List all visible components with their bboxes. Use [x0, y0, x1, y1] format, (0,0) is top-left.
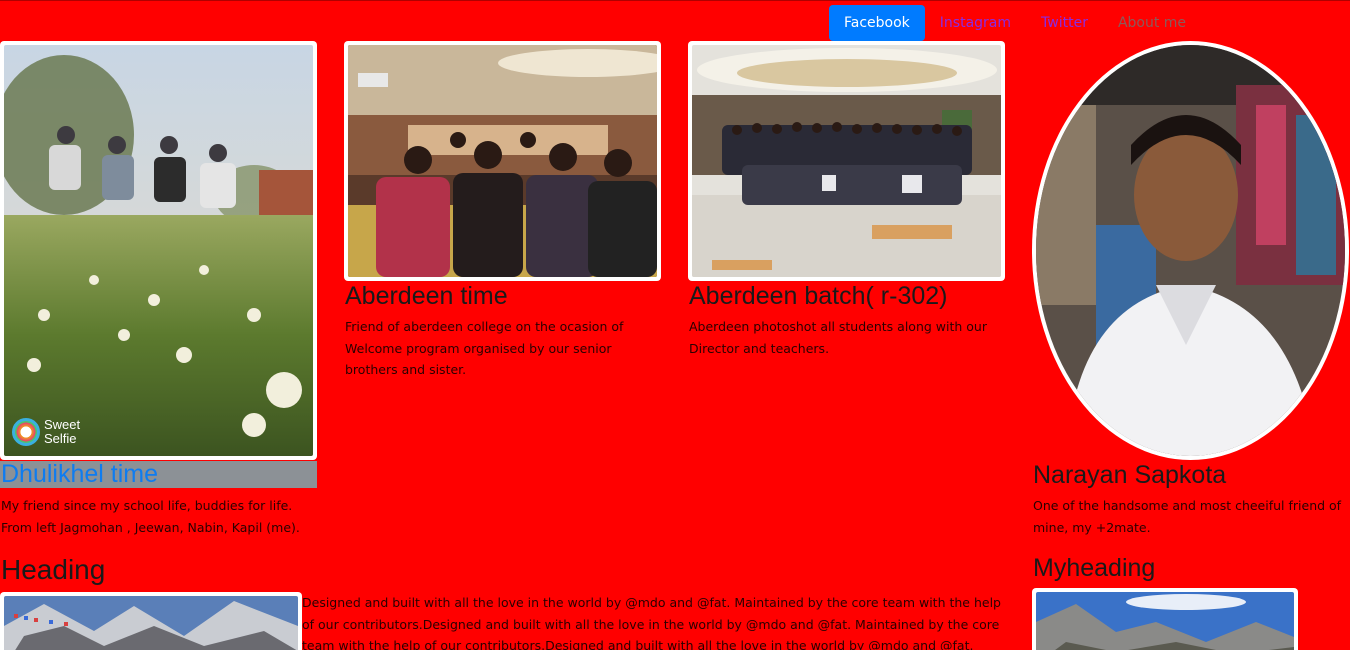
narayan-text: One of the handsome and most cheeiful fr… [1033, 498, 1342, 535]
nav-about-me[interactable]: About me [1103, 5, 1201, 41]
narayan-photo [1036, 45, 1345, 456]
mountain-photo-frame [0, 592, 302, 650]
aberdeen-batch-text: Aberdeen photoshot all students along wi… [689, 319, 987, 356]
side-photo [1036, 592, 1294, 650]
nav-instagram[interactable]: Instagram [925, 5, 1026, 41]
nav-facebook[interactable]: Facebook [829, 5, 925, 41]
side-heading: Myheading [1033, 554, 1156, 582]
narayan-title: Narayan Sapkota [1033, 461, 1227, 489]
mountain-photo [4, 596, 298, 650]
side-photo-frame [1032, 588, 1298, 650]
top-border [0, 0, 1350, 1]
aberdeen-batch-photo-frame [688, 41, 1005, 281]
aberdeen-time-photo-frame [344, 41, 661, 281]
section-text: Designed and built with all the love in … [302, 595, 1001, 650]
aberdeen-time-text: Friend of aberdeen college on the ocasio… [345, 319, 624, 377]
dhulikhel-photo-frame: Sweet Selfie [0, 41, 317, 460]
aberdeen-time-title: Aberdeen time [345, 282, 508, 310]
dhulikhel-photo: Sweet Selfie [4, 45, 313, 456]
dhulikhel-title-bar: Dhulikhel time [0, 461, 317, 488]
dhulikhel-title[interactable]: Dhulikhel time [0, 460, 158, 488]
aberdeen-batch-photo [692, 45, 1001, 277]
dhulikhel-text: My friend since my school life, buddies … [1, 498, 300, 535]
narayan-photo-frame [1032, 41, 1349, 460]
aberdeen-batch-title: Aberdeen batch( r-302) [689, 282, 948, 310]
sweet-selfie-logo-icon [12, 418, 40, 446]
sweet-selfie-watermark: Sweet Selfie [12, 418, 92, 446]
section-heading: Heading [1, 554, 106, 585]
sweet-selfie-text: Sweet Selfie [44, 417, 81, 446]
nav-twitter[interactable]: Twitter [1026, 5, 1103, 41]
top-nav: Facebook Instagram Twitter About me [829, 5, 1201, 41]
aberdeen-time-photo [348, 45, 657, 277]
